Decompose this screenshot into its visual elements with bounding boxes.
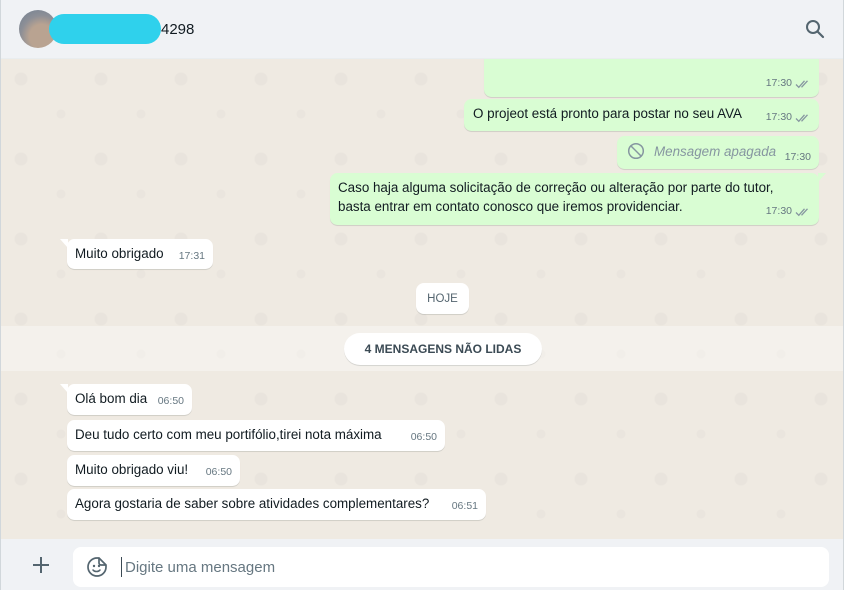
message-time: 17:30 [784,151,811,163]
message-meta: 17:30 [766,74,811,93]
message-time: 06:50 [157,395,184,407]
message-meta: 17:30 [766,108,811,127]
sticker-icon[interactable] [85,555,109,579]
message-text: Muito obrigado viu! [75,462,189,477]
message-in[interactable]: Muito obrigado 17:31 [60,239,213,269]
message-time: 17:31 [178,250,205,262]
whatsapp-window: 4298 17:30 O projeot está pronto para po… [0,0,844,590]
message-in[interactable]: Deu tudo certo com meu portifólio,tirei … [67,420,445,451]
message-text: Agora gostaria de saber sobre atividades… [75,496,430,511]
chat-header: 4298 [1,0,843,59]
contact-name-area[interactable]: 4298 [49,9,195,49]
message-time: 06:50 [205,466,232,478]
message-input[interactable] [121,557,761,577]
message-in[interactable]: Olá bom dia 06:50 [60,384,192,415]
plus-icon[interactable] [29,553,53,577]
double-check-icon [795,207,808,216]
message-out[interactable]: O projeot está pronto para postar no seu… [464,99,819,131]
unread-divider-label: 4 MENSAGENS NÃO LIDAS [364,342,522,356]
double-check-icon [795,79,808,88]
message-meta: 17:31 [179,247,205,266]
redaction-mark [49,14,161,44]
search-icon[interactable] [803,17,827,41]
message-text: Mensagem apagada [654,144,777,159]
message-text: Deu tudo certo com meu portifólio,tirei … [75,427,382,442]
message-time: 17:30 [765,111,792,123]
contact-name: 4298 [161,20,195,38]
message-meta: 17:30 [785,148,811,167]
unread-divider: 4 MENSAGENS NÃO LIDAS [344,333,542,365]
message-text: Olá bom dia [75,391,148,406]
date-divider: HOJE [416,283,469,314]
message-in[interactable]: Muito obrigado viu! 06:50 [67,455,240,486]
message-input-box [73,547,829,587]
message-text: O projeot está pronto para postar no seu… [473,106,742,121]
message-meta: 06:51 [452,497,478,516]
message-time: 06:51 [451,500,478,512]
message-time: 17:30 [765,205,792,217]
message-out[interactable]: 17:30 [484,59,819,97]
message-list[interactable]: 17:30 O projeot está pronto para postar … [1,59,843,539]
double-check-icon [795,113,808,122]
message-text-line: basta entrar em contato conosco que irem… [338,199,683,214]
composer-bar [1,539,843,590]
message-meta: 06:50 [206,463,232,482]
message-meta: 17:30 [766,202,811,221]
message-text-line: Caso haja alguma solicitação de correção… [338,180,774,195]
message-meta: 06:50 [158,392,184,411]
message-out[interactable]: Caso haja alguma solicitação de correção… [330,173,826,225]
message-in[interactable]: Agora gostaria de saber sobre atividades… [67,489,486,520]
message-time: 06:50 [410,431,437,443]
message-meta: 06:50 [411,428,437,447]
message-text: Muito obrigado [75,246,164,261]
message-time: 17:30 [765,77,792,89]
blocked-icon [627,142,645,160]
message-out-deleted[interactable]: Mensagem apagada 17:30 [617,136,819,169]
date-divider-label: HOJE [427,292,458,305]
